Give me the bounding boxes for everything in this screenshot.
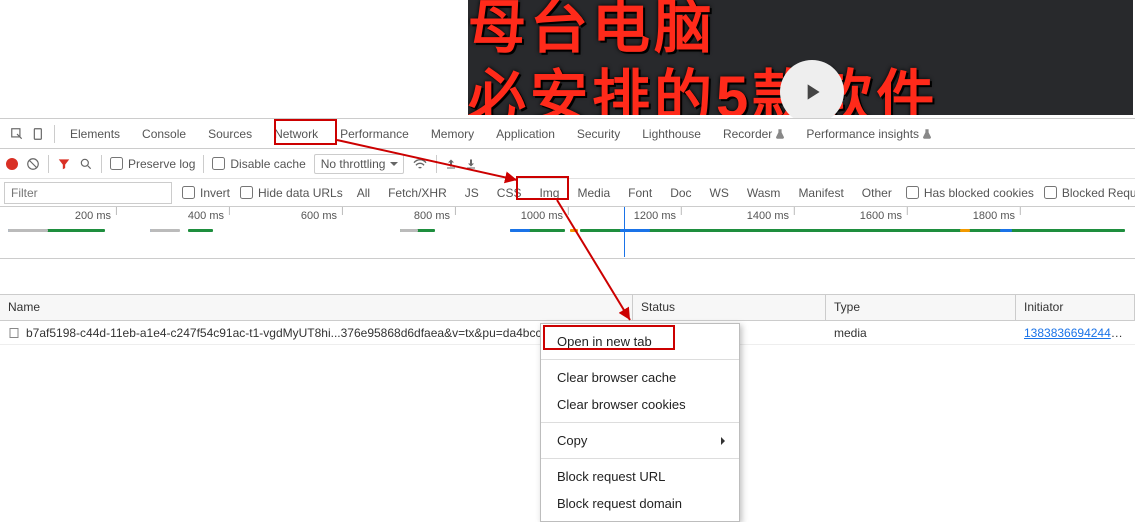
inspect-icon[interactable] [6,123,28,145]
tab-application[interactable]: Application [485,119,566,149]
tab-console[interactable]: Console [131,119,197,149]
request-type-cell: media [826,326,1016,340]
play-icon [799,79,825,105]
network-filterbar: Invert Hide data URLs All Fetch/XHR JS C… [0,179,1135,207]
filter-doc[interactable]: Doc [666,184,695,202]
beta-icon [776,129,784,139]
tab-perf-insights[interactable]: Performance insights [795,119,942,149]
hide-data-urls-checkbox[interactable]: Hide data URLs [240,186,343,200]
filter-fetch-xhr[interactable]: Fetch/XHR [384,184,451,202]
invert-checkbox[interactable]: Invert [182,186,230,200]
filter-img[interactable]: Img [535,184,563,202]
network-table-header: Name Status Type Initiator [0,295,1135,321]
play-button[interactable] [780,60,844,124]
tab-lighthouse[interactable]: Lighthouse [631,119,712,149]
tab-elements[interactable]: Elements [59,119,131,149]
tab-memory[interactable]: Memory [420,119,485,149]
filter-wasm[interactable]: Wasm [743,184,785,202]
tab-sources[interactable]: Sources [197,119,263,149]
menu-block-url[interactable]: Block request URL [541,463,739,490]
menu-copy[interactable]: Copy [541,427,739,454]
col-header-type[interactable]: Type [826,295,1016,320]
network-timeline[interactable]: 200 ms 400 ms 600 ms 800 ms 1000 ms 1200… [0,207,1135,259]
filter-input[interactable] [4,182,172,204]
context-menu: Open in new tab Clear browser cache Clea… [540,323,740,522]
throttling-select[interactable]: No throttling [314,154,405,174]
search-icon[interactable] [79,157,93,171]
network-toolbar: Preserve log Disable cache No throttling [0,149,1135,179]
col-header-initiator[interactable]: Initiator [1016,295,1135,320]
request-name-cell: b7af5198-c44d-11eb-a1e4-c247f54c91ac-t1-… [26,326,621,340]
wifi-icon[interactable] [412,157,428,171]
request-initiator-cell: 1383836694244925... [1016,326,1135,340]
tab-performance[interactable]: Performance [329,119,420,149]
menu-block-domain[interactable]: Block request domain [541,490,739,517]
disable-cache-checkbox[interactable]: Disable cache [212,157,305,171]
menu-clear-cookies[interactable]: Clear browser cookies [541,391,739,418]
filter-icon[interactable] [57,157,71,171]
blocked-requests-checkbox[interactable]: Blocked Requests [1044,186,1135,200]
filter-font[interactable]: Font [624,184,656,202]
beta-icon [923,129,931,139]
upload-icon[interactable] [445,157,457,171]
filter-ws[interactable]: WS [706,184,733,202]
menu-clear-cache[interactable]: Clear browser cache [541,364,739,391]
col-header-status[interactable]: Status [633,295,826,320]
clear-icon[interactable] [26,157,40,171]
record-button[interactable] [6,158,18,170]
filter-js[interactable]: JS [461,184,483,202]
device-toggle-icon[interactable] [28,123,50,145]
filter-manifest[interactable]: Manifest [794,184,847,202]
timeline-spacer [0,259,1135,295]
timeline-bars [0,229,1135,257]
preserve-log-checkbox[interactable]: Preserve log [110,157,195,171]
filter-all[interactable]: All [353,184,374,202]
has-blocked-cookies-checkbox[interactable]: Has blocked cookies [906,186,1034,200]
filter-other[interactable]: Other [858,184,896,202]
filter-css[interactable]: CSS [493,184,526,202]
download-icon[interactable] [465,157,477,171]
file-icon [8,327,20,339]
devtools-tabbar: Elements Console Sources Network Perform… [0,119,1135,149]
tab-security[interactable]: Security [566,119,631,149]
filter-media[interactable]: Media [573,184,614,202]
tab-recorder[interactable]: Recorder [712,119,795,149]
col-header-name[interactable]: Name [0,295,633,320]
tab-network[interactable]: Network [263,119,329,149]
menu-open-new-tab[interactable]: Open in new tab [541,328,739,355]
